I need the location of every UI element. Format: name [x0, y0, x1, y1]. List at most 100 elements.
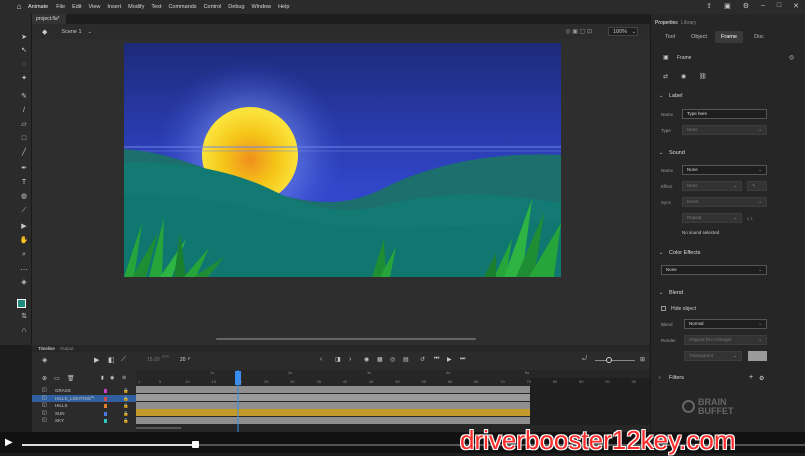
rectangle-tool-icon[interactable]: □ [18, 134, 30, 144]
subtab-object[interactable]: Object [685, 31, 713, 43]
brush-tool-icon[interactable]: / [18, 106, 30, 116]
camera-icon[interactable]: ▶ [94, 356, 99, 364]
tab-library[interactable]: Library [681, 20, 696, 26]
graph-icon[interactable]: ⟋ [121, 356, 126, 364]
hand-tool-icon[interactable]: ✋ [18, 236, 30, 246]
more-tools-icon[interactable]: ⋯ [18, 266, 30, 276]
line-tool-icon[interactable]: ╱ [18, 148, 30, 158]
video-scrubber[interactable] [192, 441, 199, 448]
play-icon[interactable]: ▶ [447, 356, 452, 363]
edit-scene-icon[interactable]: ◆ [42, 28, 47, 36]
layer-row-selected[interactable]: ◱ HILLS_LIGHTING ↖ 🔒 [32, 394, 136, 402]
show-all-icon[interactable]: ◉ [110, 375, 114, 381]
background-color-swatch[interactable] [748, 351, 767, 361]
layer-color-swatch[interactable] [104, 411, 107, 416]
tab-timeline[interactable]: Timeline [38, 345, 55, 352]
layer-row[interactable]: ◱ GRASS 🔒 [32, 387, 136, 395]
chevron-down-icon[interactable]: ⌄ [88, 29, 92, 35]
new-folder-icon[interactable]: ▭ [54, 375, 60, 382]
highlight-icon[interactable]: ▮ [101, 375, 104, 381]
layout-icon[interactable]: ▣ [724, 2, 731, 10]
share-icon[interactable]: ⇪ [706, 2, 712, 10]
menu-insert[interactable]: Insert [107, 4, 121, 10]
layer-depth-icon[interactable]: ◧ [108, 356, 115, 364]
layer-color-swatch[interactable] [104, 396, 107, 401]
eyedropper-icon[interactable]: ⟋ [18, 206, 30, 216]
layer-color-swatch[interactable] [104, 389, 107, 393]
keyframe-icon[interactable]: ◨ [335, 356, 341, 363]
snap-icon[interactable]: ∩ [18, 326, 30, 336]
pin-tool-icon[interactable]: ✦ [18, 74, 30, 84]
camera-tool-icon[interactable]: ▶ [18, 222, 30, 232]
zoom-tool-icon[interactable]: ⌕ [18, 250, 30, 260]
sound-repeat-select[interactable]: Repeat ⌄ [682, 213, 742, 223]
sound-sync-select[interactable]: Event ⌄ [682, 197, 767, 207]
menu-help[interactable]: Help [278, 4, 289, 10]
menu-debug[interactable]: Debug [228, 4, 244, 10]
menu-modify[interactable]: Modify [128, 4, 144, 10]
view-icon[interactable]: ◎ [390, 356, 395, 363]
swap-icon[interactable]: ⇄ [663, 73, 668, 80]
lock-icon[interactable]: 🔒 [123, 402, 129, 410]
fill-color-swatch[interactable] [17, 299, 26, 308]
stroke-color-icon[interactable]: ◈ [18, 278, 30, 288]
label-type-select[interactable]: None ⌄ [682, 125, 767, 135]
lock-icon[interactable]: 🔒 [123, 417, 129, 425]
stage-canvas[interactable] [124, 43, 561, 277]
edit-multiple-icon[interactable]: ▦ [377, 356, 383, 363]
blend-mode-select[interactable]: Normal ⌄ [684, 319, 767, 329]
document-tab[interactable]: project.fla* [30, 14, 66, 24]
menu-edit[interactable]: Edit [72, 4, 81, 10]
fps-value[interactable]: 15.00 [147, 357, 160, 363]
layer-row[interactable]: ◱ HILLS 🔒 [32, 402, 136, 410]
menu-commands[interactable]: Commands [168, 4, 196, 10]
visibility-icon[interactable]: ◉ [681, 73, 686, 80]
menu-window[interactable]: Window [252, 4, 272, 10]
lock-icon[interactable]: 🔒 [123, 387, 129, 395]
frames-icon[interactable]: ▤ [403, 356, 409, 363]
center-frame-icon[interactable]: ⤾ [582, 356, 587, 363]
layer-row[interactable]: ◱ SUN 🔒 [32, 410, 136, 418]
scene-name[interactable]: Scene 1 [61, 29, 81, 35]
layer-row[interactable]: ◱ SKY 🔒 [32, 417, 136, 425]
repeat-count[interactable]: x 1 [747, 216, 753, 221]
layer-color-swatch[interactable] [104, 404, 107, 408]
fit-icon[interactable]: ⊞ [640, 356, 645, 363]
current-frame[interactable]: 20 [180, 357, 186, 363]
filter-settings-icon[interactable]: ⚙ [759, 375, 764, 382]
tab-properties[interactable]: Properties [655, 20, 678, 26]
lock-icon[interactable]: 🔒 [123, 410, 129, 418]
first-frame-icon[interactable]: ⏮ [434, 356, 439, 363]
hide-object-checkbox[interactable] [661, 306, 666, 311]
swap-colors-icon[interactable]: ⇅ [18, 312, 30, 322]
subselection-tool-icon[interactable]: ↖ [18, 46, 30, 56]
menu-file[interactable]: File [56, 4, 65, 10]
pen-tool-icon[interactable]: ✒ [18, 164, 30, 174]
effect-edit-button[interactable]: ✎ [747, 181, 767, 191]
minimize-icon[interactable]: – [761, 2, 765, 10]
onion-skin-icon[interactable]: ◉ [364, 356, 369, 363]
label-name-input[interactable]: Type here [682, 109, 767, 119]
next-icon[interactable]: › [349, 356, 351, 363]
frame-zoom-handle[interactable] [606, 357, 612, 363]
timeline-scrollbar[interactable] [136, 427, 181, 429]
frame-zoom-slider[interactable] [595, 360, 635, 361]
render-select[interactable]: Original (No Change) ⌄ [684, 335, 767, 345]
zoom-chevron-icon[interactable]: ⌄ [632, 29, 636, 35]
previous-icon[interactable]: ‹ [320, 356, 322, 363]
paint-bucket-icon[interactable]: ◍ [18, 192, 30, 202]
tab-output[interactable]: Output [60, 345, 74, 352]
add-filter-icon[interactable]: + [749, 374, 753, 381]
frames-grid[interactable]: 1s 2s 3s 4s 5s 1 5 10 15 20 25 30 35 40 45 50 55 60 6… [136, 370, 650, 432]
subtab-frame[interactable]: Frame [715, 31, 743, 43]
color-effect-select[interactable]: None ⌄ [661, 265, 767, 275]
delete-layer-icon[interactable]: 🗑 [67, 375, 75, 382]
layer-color-swatch[interactable] [104, 419, 107, 423]
settings-icon[interactable]: ⚙ [743, 2, 749, 10]
last-frame-icon[interactable]: ⏭ [460, 356, 465, 363]
lasso-tool-icon[interactable]: ◌ [18, 60, 30, 70]
eraser-tool-icon[interactable]: ▱ [18, 120, 30, 130]
sound-effect-select[interactable]: None ⌄ [682, 181, 742, 191]
stage-options-icons[interactable]: ◎ ▣ ▢ ⊡ [565, 28, 592, 35]
link-icon[interactable]: ⛓ [699, 73, 707, 80]
